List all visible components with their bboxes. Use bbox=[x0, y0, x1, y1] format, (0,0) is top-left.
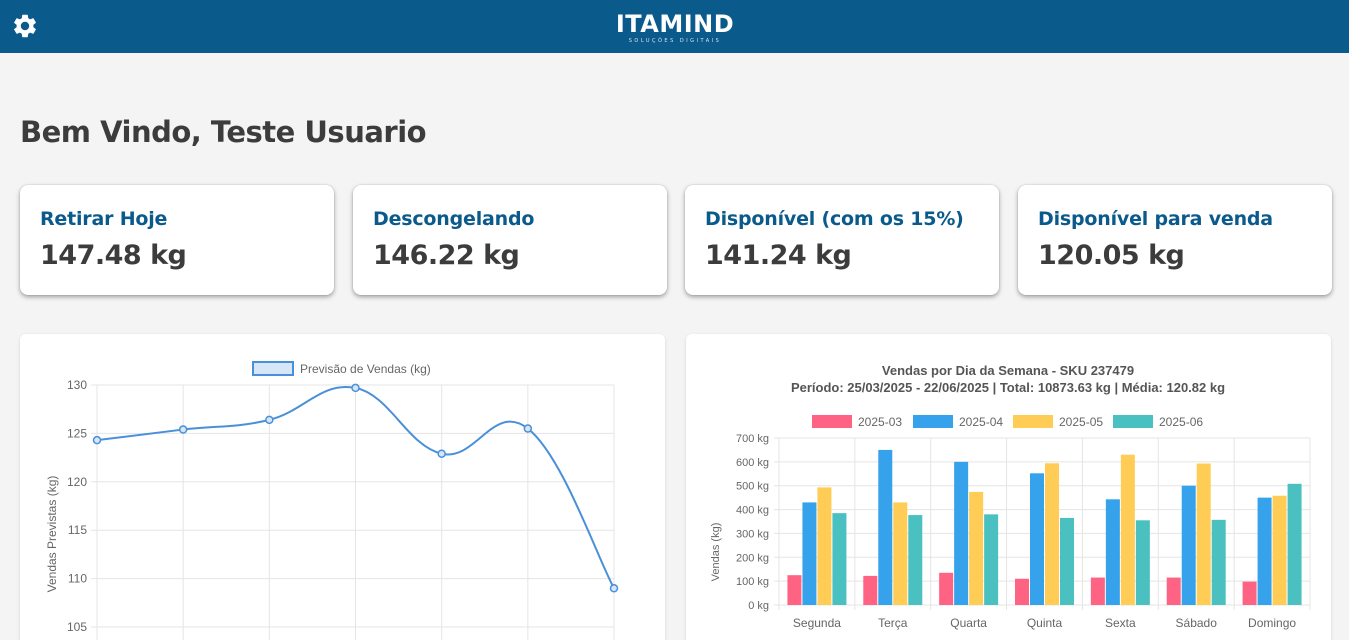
bar-2025-05-Domingo[interactable] bbox=[1272, 495, 1287, 605]
legend-swatch bbox=[812, 415, 852, 428]
bar-2025-04-Segunda[interactable] bbox=[802, 502, 817, 605]
chart-legend[interactable]: 2025-03 2025-04 2025-05 2025-06 bbox=[812, 415, 1203, 429]
data-point[interactable] bbox=[265, 415, 274, 425]
bar-2025-05-Quinta[interactable] bbox=[1045, 463, 1059, 605]
data-point[interactable] bbox=[609, 584, 619, 593]
y-tick-label: 200 kg bbox=[736, 552, 769, 564]
bar-2025-04-Terça[interactable] bbox=[878, 449, 893, 605]
bar-2025-03-Quarta[interactable] bbox=[939, 572, 954, 605]
y-tick-label: 300 kg bbox=[736, 528, 769, 540]
bar-2025-05-Segunda[interactable] bbox=[817, 487, 832, 605]
logo-subtitle: SOLUÇÕES DIGITAIS bbox=[628, 38, 722, 44]
bar-2025-05-Sábado[interactable] bbox=[1196, 463, 1211, 605]
bar-2025-04-Quinta[interactable] bbox=[1030, 473, 1044, 605]
x-tick-label: Sábado bbox=[1176, 616, 1218, 630]
bar-2025-06-Domingo[interactable] bbox=[1287, 483, 1302, 605]
bar-2025-03-Segunda[interactable] bbox=[787, 575, 802, 605]
stat-card-retirar-hoje: Retirar Hoje 147.48 kg bbox=[20, 185, 334, 295]
legend-swatch bbox=[913, 415, 953, 428]
logo-text: ITAMIND bbox=[615, 10, 735, 38]
bar-2025-06-Sexta[interactable] bbox=[1135, 520, 1150, 605]
y-tick-label: 600 kg bbox=[736, 457, 769, 469]
gear-icon[interactable] bbox=[11, 12, 39, 40]
stat-card-title: Disponível para venda bbox=[1038, 208, 1273, 230]
bar-2025-06-Quarta[interactable] bbox=[984, 514, 999, 605]
legend-label: 2025-05 bbox=[1059, 415, 1103, 429]
bar-2025-05-Sexta[interactable] bbox=[1120, 454, 1135, 605]
y-tick-label: 0 kg bbox=[748, 600, 769, 612]
bar-2025-05-Terça[interactable] bbox=[893, 502, 908, 605]
bar-2025-03-Domingo[interactable] bbox=[1242, 581, 1257, 605]
top-bar: ITAMIND SOLUÇÕES DIGITAIS bbox=[0, 0, 1349, 53]
stat-card-value: 147.48 kg bbox=[40, 240, 187, 271]
bar-2025-06-Quinta[interactable] bbox=[1060, 517, 1074, 605]
y-tick-label: 115 bbox=[68, 523, 87, 537]
y-tick-label: 125 bbox=[67, 426, 87, 440]
data-point[interactable] bbox=[92, 435, 102, 445]
stat-card-disponivel-venda: Disponível para venda 120.05 kg bbox=[1018, 185, 1332, 295]
y-tick-label: 110 bbox=[68, 572, 87, 586]
x-tick-label: Quinta bbox=[1027, 616, 1063, 630]
stat-card-disponivel-15: Disponível (com os 15%) 141.24 kg bbox=[685, 185, 999, 295]
stat-card-descongelando: Descongelando 146.22 kg bbox=[353, 185, 667, 295]
legend-label: 2025-04 bbox=[959, 415, 1003, 429]
chart-title: Vendas por Dia da Semana - SKU 237479 bbox=[882, 363, 1134, 378]
y-tick-label: 400 kg bbox=[736, 505, 769, 517]
forecast-line-chart: 130 125 120 115 110 105 Previsão de Vendas (k… bbox=[45, 361, 619, 640]
y-tick-label: 120 bbox=[67, 475, 87, 489]
bar-2025-03-Sexta[interactable] bbox=[1090, 577, 1105, 605]
welcome-title: Bem Vindo, Teste Usuario bbox=[20, 115, 427, 149]
bar-2025-03-Terça[interactable] bbox=[863, 575, 878, 605]
data-point[interactable] bbox=[178, 425, 188, 434]
y-axis-label: Vendas (kg) bbox=[710, 523, 722, 582]
x-tick-label: Quarta bbox=[950, 616, 987, 630]
logo[interactable]: ITAMIND SOLUÇÕES DIGITAIS bbox=[575, 10, 775, 44]
bar-2025-04-Quarta[interactable] bbox=[954, 461, 969, 605]
y-tick-label: 105 bbox=[67, 620, 87, 634]
legend-label: Previsão de Vendas (kg) bbox=[300, 362, 431, 376]
weekday-bar-chart: Vendas por Dia da Semana - SKU 237479 Pe… bbox=[710, 363, 1311, 630]
stat-card-value: 146.22 kg bbox=[373, 240, 520, 271]
y-tick-label: 700 kg bbox=[736, 433, 769, 445]
forecast-chart-panel: 130 125 120 115 110 105 Previsão de Vendas (k… bbox=[20, 334, 665, 640]
bar-2025-04-Sábado[interactable] bbox=[1181, 485, 1196, 605]
data-point[interactable] bbox=[437, 449, 446, 458]
stat-card-title: Descongelando bbox=[373, 208, 535, 230]
x-tick-label: Sexta bbox=[1105, 616, 1136, 630]
y-tick-label: 500 kg bbox=[736, 481, 769, 493]
bar-2025-03-Quinta[interactable] bbox=[1015, 578, 1029, 605]
x-tick-label: Domingo bbox=[1248, 616, 1296, 630]
bar-2025-06-Segunda[interactable] bbox=[832, 513, 847, 605]
bar-2025-06-Sábado[interactable] bbox=[1211, 519, 1226, 605]
stat-card-value: 141.24 kg bbox=[705, 240, 852, 271]
stat-card-title: Disponível (com os 15%) bbox=[705, 208, 964, 230]
stat-card-title: Retirar Hoje bbox=[40, 208, 168, 230]
stat-card-value: 120.05 kg bbox=[1038, 240, 1185, 271]
bar-2025-06-Terça[interactable] bbox=[908, 515, 923, 605]
y-axis-label: Vendas Previstas (kg) bbox=[45, 476, 59, 593]
legend-label: 2025-03 bbox=[858, 415, 902, 429]
chart-subtitle: Período: 25/03/2025 - 22/06/2025 | Total… bbox=[791, 380, 1225, 395]
bar-2025-05-Quarta[interactable] bbox=[969, 491, 984, 605]
chart-legend[interactable]: Previsão de Vendas (kg) bbox=[252, 361, 431, 376]
bar-2025-03-Sábado[interactable] bbox=[1166, 577, 1181, 605]
legend-label: 2025-06 bbox=[1159, 415, 1203, 429]
data-point[interactable] bbox=[351, 383, 360, 393]
data-point[interactable] bbox=[523, 424, 533, 433]
bar-2025-04-Sexta[interactable] bbox=[1105, 499, 1120, 605]
weekday-sales-chart-panel: Vendas por Dia da Semana - SKU 237479 Pe… bbox=[686, 334, 1331, 640]
y-tick-label: 130 bbox=[67, 378, 87, 392]
y-tick-label: 100 kg bbox=[736, 576, 769, 588]
legend-swatch bbox=[252, 361, 294, 376]
legend-swatch bbox=[1013, 415, 1053, 428]
x-tick-label: Terça bbox=[878, 616, 908, 630]
bar-2025-04-Domingo[interactable] bbox=[1257, 497, 1272, 605]
x-tick-label: Segunda bbox=[793, 616, 841, 630]
legend-swatch bbox=[1113, 415, 1153, 428]
